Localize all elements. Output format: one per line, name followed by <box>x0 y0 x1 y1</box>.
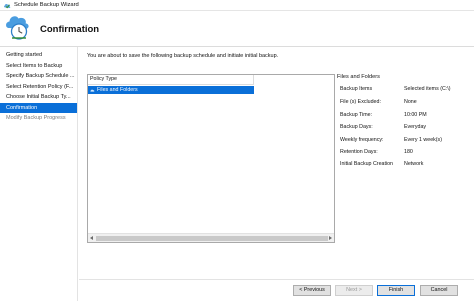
detail-row: Backup Days: Everyday <box>340 124 470 137</box>
detail-row: Backup Time: 10:00 PM <box>340 112 470 124</box>
finish-button[interactable]: Finish <box>377 285 415 296</box>
intro-text: You are about to save the following back… <box>87 53 279 59</box>
next-button: Next > <box>335 285 373 296</box>
scroll-right-icon[interactable] <box>329 236 332 240</box>
detail-value: Selected items (C:\) <box>404 86 451 92</box>
step-initial-backup-type[interactable]: Choose Initial Backup Ty... <box>0 92 77 103</box>
list-item-files-and-folders[interactable]: Files and Folders <box>88 86 254 94</box>
detail-key: Backup Items <box>340 86 373 92</box>
list-item-label: Files and Folders <box>97 87 138 93</box>
detail-key: Weekly frequency: <box>340 137 384 143</box>
policy-type-list[interactable]: Policy Type Files and Folders <box>87 74 335 243</box>
details-title: Files and Folders <box>337 74 380 80</box>
wizard-steps-sidebar: Getting started Select Items to Backup S… <box>0 47 78 301</box>
window-title: Schedule Backup Wizard <box>14 2 79 8</box>
step-modify-backup-progress: Modify Backup Progress <box>6 115 66 121</box>
detail-row: Weekly frequency: Every 1 week(s) <box>340 137 470 149</box>
app-icon <box>4 4 11 9</box>
detail-key: Backup Days: <box>340 124 373 130</box>
step-getting-started[interactable]: Getting started <box>0 50 77 61</box>
previous-button[interactable]: < Previous <box>293 285 331 296</box>
detail-key: File (s) Excluded: <box>340 99 381 105</box>
detail-key: Backup Time: <box>340 112 373 118</box>
details-list: Backup Items Selected items (C:\) File (… <box>340 86 470 175</box>
wizard-button-bar: < Previous Next > Finish Cancel <box>79 279 474 301</box>
detail-value: None <box>404 99 417 105</box>
step-retention-policy[interactable]: Select Retention Policy (F... <box>0 82 77 93</box>
main-content: You are about to save the following back… <box>79 47 474 279</box>
backup-clock-icon <box>6 16 29 40</box>
detail-row: Retention Days: 180 <box>340 149 470 161</box>
step-backup-schedule[interactable]: Specify Backup Schedule ... <box>0 71 77 82</box>
detail-row: Backup Items Selected items (C:\) <box>340 86 470 99</box>
detail-row: File (s) Excluded: None <box>340 99 470 112</box>
cancel-button[interactable]: Cancel <box>420 285 458 296</box>
detail-value: Network <box>404 161 424 167</box>
step-confirmation[interactable]: Confirmation <box>0 102 77 113</box>
detail-row: Initial Backup Creation Network <box>340 161 470 175</box>
scrollbar-thumb[interactable] <box>96 235 328 241</box>
title-bar: Schedule Backup Wizard <box>0 0 474 11</box>
page-title: Confirmation <box>40 24 100 35</box>
detail-value: Everyday <box>404 124 427 130</box>
cloud-folder-icon <box>90 89 95 92</box>
horizontal-scrollbar[interactable] <box>88 233 334 242</box>
detail-key: Retention Days: <box>340 149 378 155</box>
scroll-left-icon[interactable] <box>90 236 93 240</box>
wizard-header: Confirmation <box>0 11 474 47</box>
detail-value: 10:00 PM <box>404 112 427 118</box>
policy-type-column-header[interactable]: Policy Type <box>88 75 254 85</box>
detail-value: Every 1 week(s) <box>404 137 442 143</box>
detail-value: 180 <box>404 149 413 155</box>
step-select-items[interactable]: Select Items to Backup <box>0 61 77 72</box>
detail-key: Initial Backup Creation <box>340 161 393 167</box>
